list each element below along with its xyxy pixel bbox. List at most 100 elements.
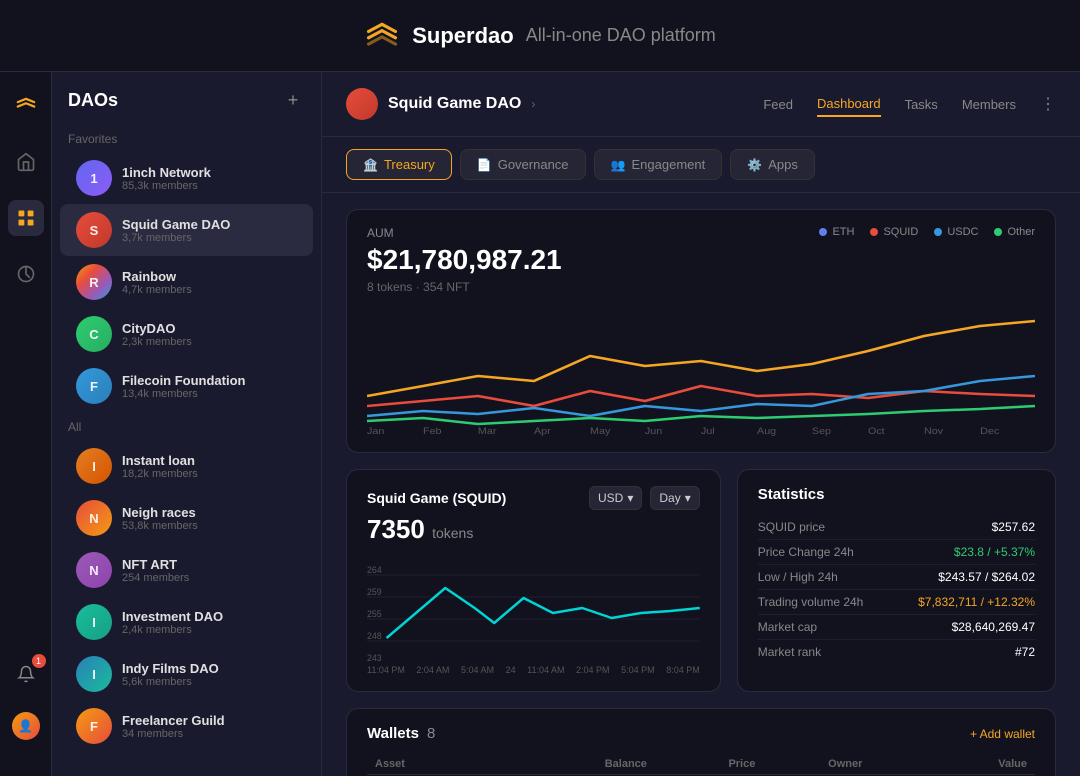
col-owner: Owner xyxy=(820,754,901,775)
sidebar-item-rainbow[interactable]: R Rainbow 4,7k members xyxy=(60,256,313,308)
sidebar-item-filecoin[interactable]: F Filecoin Foundation 13,4k members xyxy=(60,360,313,412)
wallets-title: Wallets xyxy=(367,725,419,742)
nav-feed[interactable]: Feed xyxy=(763,93,793,116)
col-asset: Asset xyxy=(367,754,597,775)
dao-name-1inch: 1inch Network xyxy=(122,165,297,180)
top-header: Superdao All-in-one DAO platform xyxy=(0,0,1080,72)
sidebar-item-squid[interactable]: S Squid Game DAO 3,7k members xyxy=(60,204,313,256)
nav-daos[interactable] xyxy=(8,200,44,236)
sidebar-item-citydao[interactable]: C CityDAO 2,3k members xyxy=(60,308,313,360)
svg-text:Jul: Jul xyxy=(701,427,715,436)
dao-chevron: › xyxy=(531,97,535,111)
tab-icon-engagement: 👥 xyxy=(611,158,626,172)
svg-text:264: 264 xyxy=(367,565,382,575)
dao-avatar-instantloan: I xyxy=(76,448,112,484)
nav-members[interactable]: Members xyxy=(962,93,1016,116)
tab-label-governance: Governance xyxy=(498,157,569,172)
tab-label-apps: Apps xyxy=(768,157,798,172)
svg-text:248: 248 xyxy=(367,631,382,641)
content-nav: Feed Dashboard Tasks Members ⋮ xyxy=(763,92,1056,117)
nav-home[interactable] xyxy=(8,144,44,180)
dao-members-filecoin: 13,4k members xyxy=(122,388,297,400)
dao-members-nftart: 254 members xyxy=(122,572,297,584)
squid-x-labels: 11:04 PM 2:04 AM 5:04 AM 24 11:04 AM 2:0… xyxy=(367,665,700,675)
tab-treasury[interactable]: 🏦Treasury xyxy=(346,149,452,180)
dao-avatar-squid: S xyxy=(76,212,112,248)
svg-text:Nov: Nov xyxy=(924,427,943,436)
dao-header-avatar xyxy=(346,88,378,120)
dao-avatar-indyfilms: I xyxy=(76,656,112,692)
dao-header-name: Squid Game DAO xyxy=(388,95,521,113)
dao-avatar-1inch: 1 xyxy=(76,160,112,196)
col-value: Value xyxy=(902,754,1035,775)
icon-nav: 1 👤 xyxy=(0,72,52,776)
stats-row: Market rank#72 xyxy=(758,640,1035,664)
svg-text:Apr: Apr xyxy=(534,427,551,436)
svg-text:Oct: Oct xyxy=(868,427,885,436)
dao-members-freelancer: 34 members xyxy=(122,728,297,740)
stats-row: Price Change 24h$23.8 / +5.37% xyxy=(758,540,1035,565)
dao-avatar-nftart: N xyxy=(76,552,112,588)
sidebar-item-indyfilms[interactable]: I Indy Films DAO 5,6k members xyxy=(60,648,313,700)
svg-text:Mar: Mar xyxy=(478,427,497,436)
sidebar: DAOs + Favorites 1 1inch Network 85,3k m… xyxy=(52,72,322,776)
notification-icon[interactable]: 1 xyxy=(8,656,44,692)
aum-label: AUM xyxy=(367,226,562,240)
nav-tasks[interactable]: Tasks xyxy=(905,93,938,116)
tabs-row: 🏦Treasury 📄Governance 👥Engagement⚙️Apps xyxy=(322,137,1080,193)
sidebar-item-neigh[interactable]: N Neigh races 53,8k members xyxy=(60,492,313,544)
add-wallet-button[interactable]: + Add wallet xyxy=(970,727,1035,741)
dao-members-investment: 2,4k members xyxy=(122,624,297,636)
bottom-icons: 1 👤 xyxy=(8,640,44,760)
legend-squid: SQUID xyxy=(870,226,918,238)
dao-members-1inch: 85,3k members xyxy=(122,180,297,192)
currency-select[interactable]: USD ▾ xyxy=(589,486,642,510)
legend-dot-usdc xyxy=(934,228,942,236)
aum-legend: ETHSQUIDUSDCOther xyxy=(819,226,1035,238)
nav-logo[interactable] xyxy=(8,88,44,124)
content-header: Squid Game DAO › Feed Dashboard Tasks Me… xyxy=(322,72,1080,137)
nav-more-dots[interactable]: ⋮ xyxy=(1040,94,1056,114)
tab-apps[interactable]: ⚙️Apps xyxy=(730,149,815,180)
svg-text:Feb: Feb xyxy=(423,427,442,436)
squid-tokens-value: 7350 tokens xyxy=(367,514,700,545)
period-select[interactable]: Day ▾ xyxy=(650,486,699,510)
dao-avatar-investment: I xyxy=(76,604,112,640)
sidebar-item-nftart[interactable]: N NFT ART 254 members xyxy=(60,544,313,596)
nav-dashboard[interactable]: Dashboard xyxy=(817,92,881,117)
legend-eth: ETH xyxy=(819,226,854,238)
stats-row: Trading volume 24h$7,832,711 / +12.32% xyxy=(758,590,1035,615)
add-dao-button[interactable]: + xyxy=(281,88,305,112)
legend-dot-other xyxy=(994,228,1002,236)
user-avatar-nav[interactable]: 👤 xyxy=(8,708,44,744)
svg-text:Aug: Aug xyxy=(757,427,776,436)
app-title: Superdao xyxy=(412,23,513,49)
sidebar-item-instantloan[interactable]: I Instant loan 18,2k members xyxy=(60,440,313,492)
squid-title: Squid Game (SQUID) xyxy=(367,490,506,506)
sidebar-item-investment[interactable]: I Investment DAO 2,4k members xyxy=(60,596,313,648)
svg-text:243: 243 xyxy=(367,653,382,663)
tab-governance[interactable]: 📄Governance xyxy=(460,149,586,180)
wallets-table: Asset Balance Price Owner Value Ξ Ethere… xyxy=(367,754,1035,776)
dao-members-rainbow: 4,7k members xyxy=(122,284,297,296)
dao-name-citydao: CityDAO xyxy=(122,321,297,336)
all-label: All xyxy=(52,412,321,440)
bottom-row: Squid Game (SQUID) USD ▾ Day ▾ xyxy=(346,469,1056,692)
dao-members-citydao: 2,3k members xyxy=(122,336,297,348)
legend-other: Other xyxy=(994,226,1035,238)
svg-text:Dec: Dec xyxy=(980,427,999,436)
dao-members-squid: 3,7k members xyxy=(122,232,297,244)
stats-row: SQUID price$257.62 xyxy=(758,515,1035,540)
stats-row: Market cap$28,640,269.47 xyxy=(758,615,1035,640)
tab-engagement[interactable]: 👥Engagement xyxy=(594,149,723,180)
dao-members-instantloan: 18,2k members xyxy=(122,468,297,480)
aum-chart: Jan Feb Mar Apr May Jun Jul Aug Sep Oct … xyxy=(367,306,1035,436)
sidebar-item-1inch[interactable]: 1 1inch Network 85,3k members xyxy=(60,152,313,204)
sidebar-item-freelancer[interactable]: F Freelancer Guild 34 members xyxy=(60,700,313,752)
col-price: Price xyxy=(720,754,820,775)
nav-explore[interactable] xyxy=(8,256,44,292)
aum-value: $21,780,987.21 xyxy=(367,244,562,276)
dao-name-freelancer: Freelancer Guild xyxy=(122,713,297,728)
svg-text:255: 255 xyxy=(367,609,382,619)
legend-dot-squid xyxy=(870,228,878,236)
